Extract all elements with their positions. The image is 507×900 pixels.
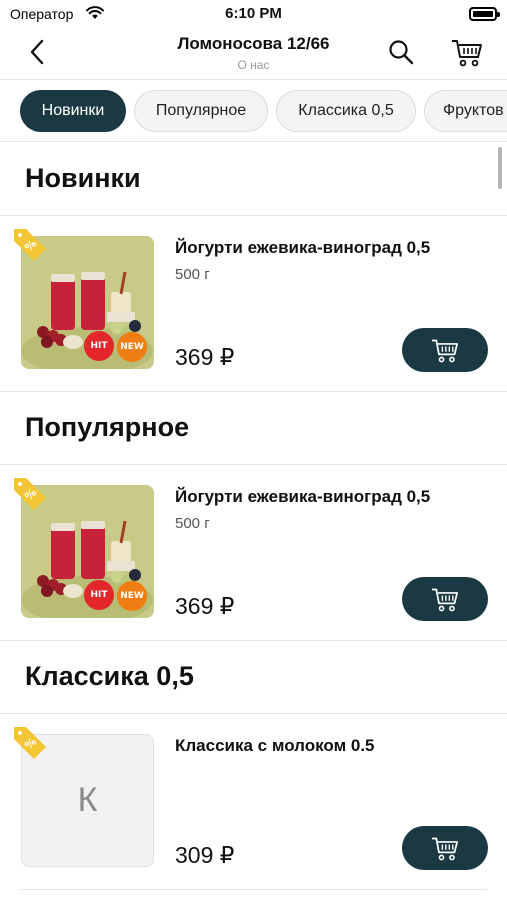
divider <box>0 713 507 714</box>
divider <box>0 215 507 216</box>
chip-popular[interactable]: Популярное <box>134 90 268 132</box>
cart-icon <box>432 837 458 861</box>
hit-badge: HIT <box>84 331 114 361</box>
about-link[interactable]: О нас <box>120 58 387 72</box>
status-time: 6:10 PM <box>225 5 282 22</box>
percent-tag-icon: % <box>14 727 46 759</box>
add-to-cart-button[interactable] <box>402 577 488 621</box>
add-to-cart-button[interactable] <box>402 826 488 870</box>
divider <box>0 464 507 465</box>
product-name[interactable]: Классика с молоком 0.5 <box>175 736 375 756</box>
percent-tag-icon: % <box>14 478 46 510</box>
product-price: 369 ₽ <box>175 593 235 619</box>
cart-icon[interactable] <box>450 36 484 68</box>
cart-icon <box>432 588 458 612</box>
chevron-left-icon[interactable] <box>22 36 54 68</box>
new-badge: NEW <box>117 581 147 611</box>
search-icon[interactable] <box>386 37 416 67</box>
hit-badge: HIT <box>84 580 114 610</box>
chip-classic[interactable]: Классика 0,5 <box>276 90 416 132</box>
section-title: Классика 0,5 <box>25 661 194 691</box>
product-name[interactable]: Йогурти ежевика-виноград 0,5 <box>175 487 430 507</box>
product-weight: 500 г <box>175 266 210 283</box>
divider <box>20 889 487 890</box>
product-weight: 500 г <box>175 515 210 532</box>
divider <box>0 640 507 641</box>
nav-bar: Ломоносова 12/66 О нас <box>0 28 507 80</box>
percent-tag-icon: % <box>14 229 46 261</box>
divider <box>0 391 507 392</box>
chip-novinki[interactable]: Новинки <box>20 90 126 132</box>
scrollbar[interactable] <box>498 147 502 189</box>
product-price: 309 ₽ <box>175 842 235 868</box>
product-price: 369 ₽ <box>175 344 235 370</box>
add-to-cart-button[interactable] <box>402 328 488 372</box>
battery-icon <box>469 7 500 21</box>
cart-icon <box>432 339 458 363</box>
page-title: Ломоносова 12/66 <box>177 34 330 53</box>
category-tabs: Новинки Популярное Классика 0,5 Фруктов <box>0 80 507 142</box>
product-name[interactable]: Йогурти ежевика-виноград 0,5 <box>175 238 430 258</box>
section-title: Популярное <box>25 412 190 442</box>
chip-fruit[interactable]: Фруктов <box>424 90 507 132</box>
section-title: Новинки <box>25 163 141 193</box>
status-bar: Оператор 6:10 PM <box>0 0 507 28</box>
new-badge: NEW <box>117 332 147 362</box>
